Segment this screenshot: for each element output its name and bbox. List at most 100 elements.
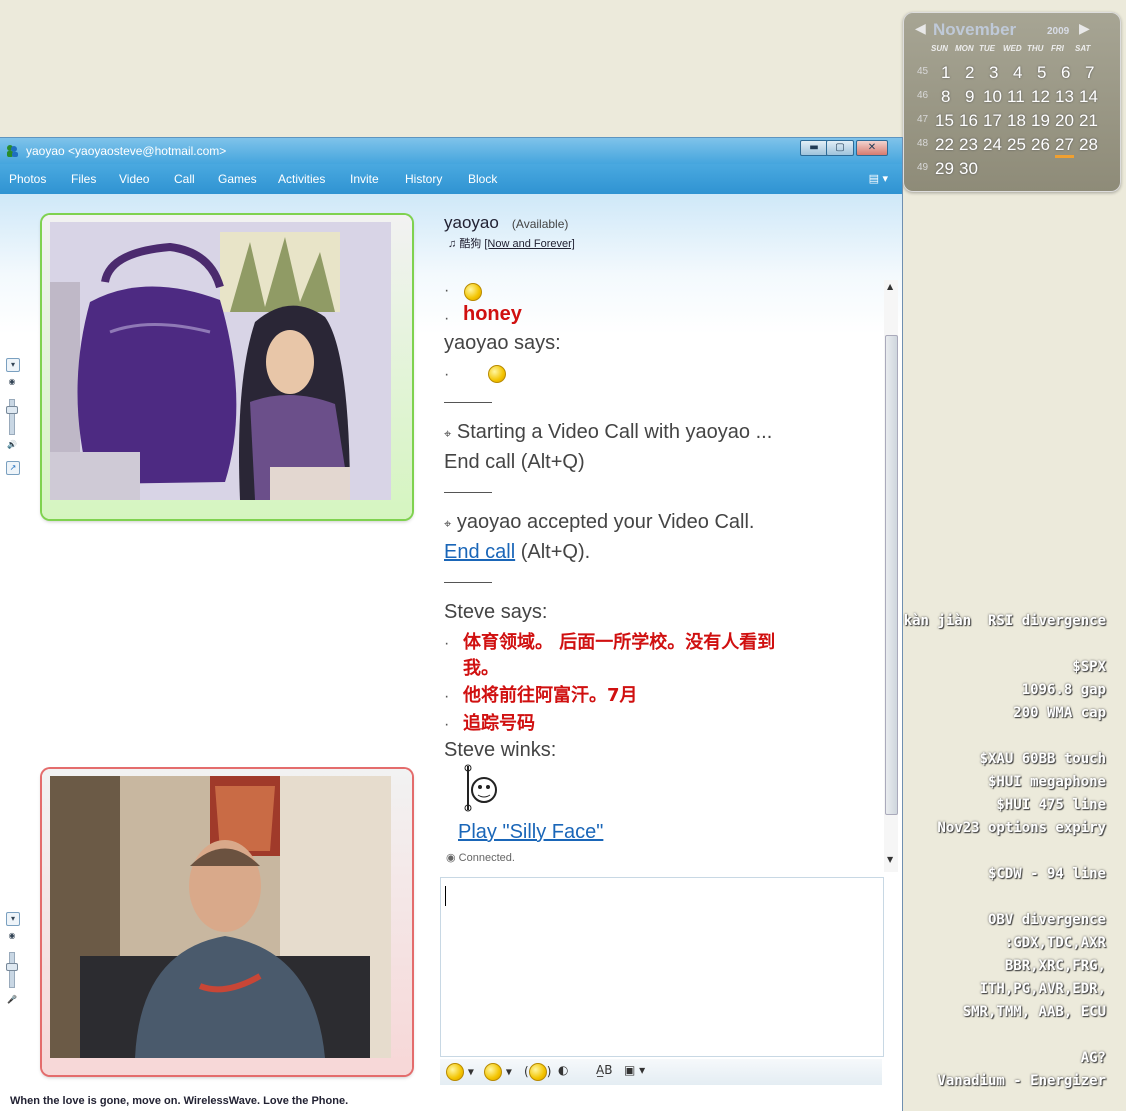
menu-bar: ▤ ▾ Photos Files Video Call Games Activities I… xyxy=(0,164,902,194)
next-month-icon[interactable]: ▶ xyxy=(1079,21,1090,37)
history-scrollbar[interactable]: ▲ ▼ xyxy=(884,280,898,872)
calendar-day[interactable]: 4 xyxy=(1013,63,1022,83)
text-caret xyxy=(445,886,446,906)
end-call-link[interactable]: End call xyxy=(444,541,515,563)
now-playing: ♫ 酷狗 [Now and Forever] xyxy=(448,235,575,251)
menu-photos[interactable]: Photos xyxy=(9,172,46,186)
scroll-thumb[interactable] xyxy=(885,335,898,815)
menu-activities[interactable]: Activities xyxy=(278,172,325,186)
menu-call[interactable]: Call xyxy=(174,172,195,186)
calendar-day[interactable]: 27 xyxy=(1055,135,1074,158)
end-call-line: End call (Alt+Q). xyxy=(444,541,591,563)
mic-slider[interactable] xyxy=(6,952,18,988)
calendar-day[interactable]: 5 xyxy=(1037,63,1046,83)
webcam-small-icon: ⌖ xyxy=(444,516,452,531)
bullet: · xyxy=(444,310,450,327)
popout-icon[interactable]: ↗ xyxy=(6,461,20,475)
calendar-day[interactable]: 10 xyxy=(983,87,1002,107)
calendar-day[interactable]: 18 xyxy=(1007,111,1026,131)
webcam-icon-2[interactable]: ◉ xyxy=(6,930,18,942)
menu-games[interactable]: Games xyxy=(218,172,257,186)
separator xyxy=(444,402,492,403)
emoticon-button[interactable]: ▾ xyxy=(446,1063,474,1081)
voice-clip-icon: ◐ xyxy=(558,1063,569,1077)
menu-block[interactable]: Block xyxy=(468,172,497,186)
title-bar: yaoyao <yaoyaosteve@hotmail.com> ▬ ▢ ✕ xyxy=(0,137,902,165)
prev-month-icon[interactable]: ◀ xyxy=(915,21,926,37)
calendar-day[interactable]: 24 xyxy=(983,135,1002,155)
calendar-day[interactable]: 29 xyxy=(935,159,954,179)
calendar-day[interactable]: 21 xyxy=(1079,111,1098,131)
menu-invite[interactable]: Invite xyxy=(350,172,379,186)
webcam-icon[interactable]: ◉ xyxy=(6,376,18,388)
calendar-day[interactable]: 12 xyxy=(1031,87,1050,107)
yaoyao-says-label: yaoyao says: xyxy=(444,332,561,354)
menu-video[interactable]: Video xyxy=(119,172,149,186)
calendar-day[interactable]: 6 xyxy=(1061,63,1070,83)
play-silly-face-link[interactable]: Play "Silly Face" xyxy=(458,821,603,844)
calendar-day[interactable]: 25 xyxy=(1007,135,1026,155)
bullet: · xyxy=(444,688,450,705)
accepted-message: ⌖ yaoyao accepted your Video Call. xyxy=(444,511,755,533)
calendar-day[interactable]: 22 xyxy=(935,135,954,155)
connected-icon: ◉ xyxy=(446,852,456,864)
microphone-icon[interactable]: 🎤 xyxy=(6,994,18,1006)
calendar-day[interactable]: 8 xyxy=(941,87,950,107)
chat-history: · · honey yaoyao says: · ⌖ Starting a Vi… xyxy=(444,280,884,860)
self-video-image xyxy=(50,776,391,1058)
calendar-day[interactable]: 1 xyxy=(941,63,950,83)
weekday-label: TUE xyxy=(979,44,995,53)
nudge-button[interactable]: () xyxy=(524,1063,551,1081)
calendar-day[interactable]: 7 xyxy=(1085,63,1094,83)
maximize-button[interactable]: ▢ xyxy=(826,140,854,156)
separator xyxy=(444,492,492,493)
smiley-icon xyxy=(464,282,482,301)
nudge-icon xyxy=(528,1063,547,1081)
week-number: 45 xyxy=(917,66,929,77)
menu-history[interactable]: History xyxy=(405,172,442,186)
calendar-day[interactable]: 30 xyxy=(959,159,978,179)
menu-files[interactable]: Files xyxy=(71,172,96,186)
weekday-label: MON xyxy=(955,44,974,53)
scroll-down-icon[interactable]: ▼ xyxy=(887,855,893,864)
calendar-day[interactable]: 16 xyxy=(959,111,978,131)
voice-clip-button[interactable]: ◐ xyxy=(558,1063,568,1077)
window-title: yaoyao <yaoyaosteve@hotmail.com> xyxy=(26,144,227,158)
calendar-day[interactable]: 3 xyxy=(989,63,998,83)
calendar-day[interactable]: 9 xyxy=(965,87,974,107)
calendar-day[interactable]: 28 xyxy=(1079,135,1098,155)
background-button[interactable]: ▣ ▾ xyxy=(624,1063,645,1077)
calendar-day[interactable]: 11 xyxy=(1007,87,1025,107)
scroll-up-icon[interactable]: ▲ xyxy=(887,282,893,291)
collapse-icon-2[interactable]: ▾ xyxy=(6,912,20,926)
calendar-day[interactable]: 15 xyxy=(935,111,954,131)
contact-video xyxy=(50,222,391,500)
calendar-day[interactable]: 23 xyxy=(959,135,978,155)
calendar-day[interactable]: 14 xyxy=(1079,87,1098,107)
calendar-day[interactable]: 20 xyxy=(1055,111,1074,131)
message-input[interactable] xyxy=(440,877,884,1057)
message-chinese-3: 追踪号码 xyxy=(463,713,535,734)
menu-options-icon[interactable]: ▤ ▾ xyxy=(869,172,888,185)
collapse-icon[interactable]: ▾ xyxy=(6,358,20,372)
weekday-label: THU xyxy=(1027,44,1044,53)
calendar-day[interactable]: 19 xyxy=(1031,111,1050,131)
close-button[interactable]: ✕ xyxy=(856,140,888,156)
calendar-day[interactable]: 13 xyxy=(1055,87,1074,107)
contact-video-image xyxy=(50,222,391,500)
font-button[interactable]: A̲B xyxy=(596,1063,612,1077)
calendar-day[interactable]: 26 xyxy=(1031,135,1050,155)
contact-status: (Available) xyxy=(511,217,569,231)
wink-button[interactable]: ▾ xyxy=(484,1063,512,1081)
minimize-button[interactable]: ▬ xyxy=(800,140,828,156)
week-number: 46 xyxy=(917,90,929,101)
calendar-day[interactable]: 2 xyxy=(965,63,974,83)
speaker-icon[interactable]: 🔊 xyxy=(6,439,18,451)
webcam-small-icon: ⌖ xyxy=(444,426,452,441)
volume-slider[interactable] xyxy=(6,399,18,435)
bullet: · xyxy=(444,635,450,652)
now-playing-link[interactable]: [Now and Forever] xyxy=(484,238,574,250)
wink-icon xyxy=(484,1063,502,1081)
calendar-day[interactable]: 17 xyxy=(983,111,1002,131)
calendar-week: 49 29 30 xyxy=(903,159,1121,183)
